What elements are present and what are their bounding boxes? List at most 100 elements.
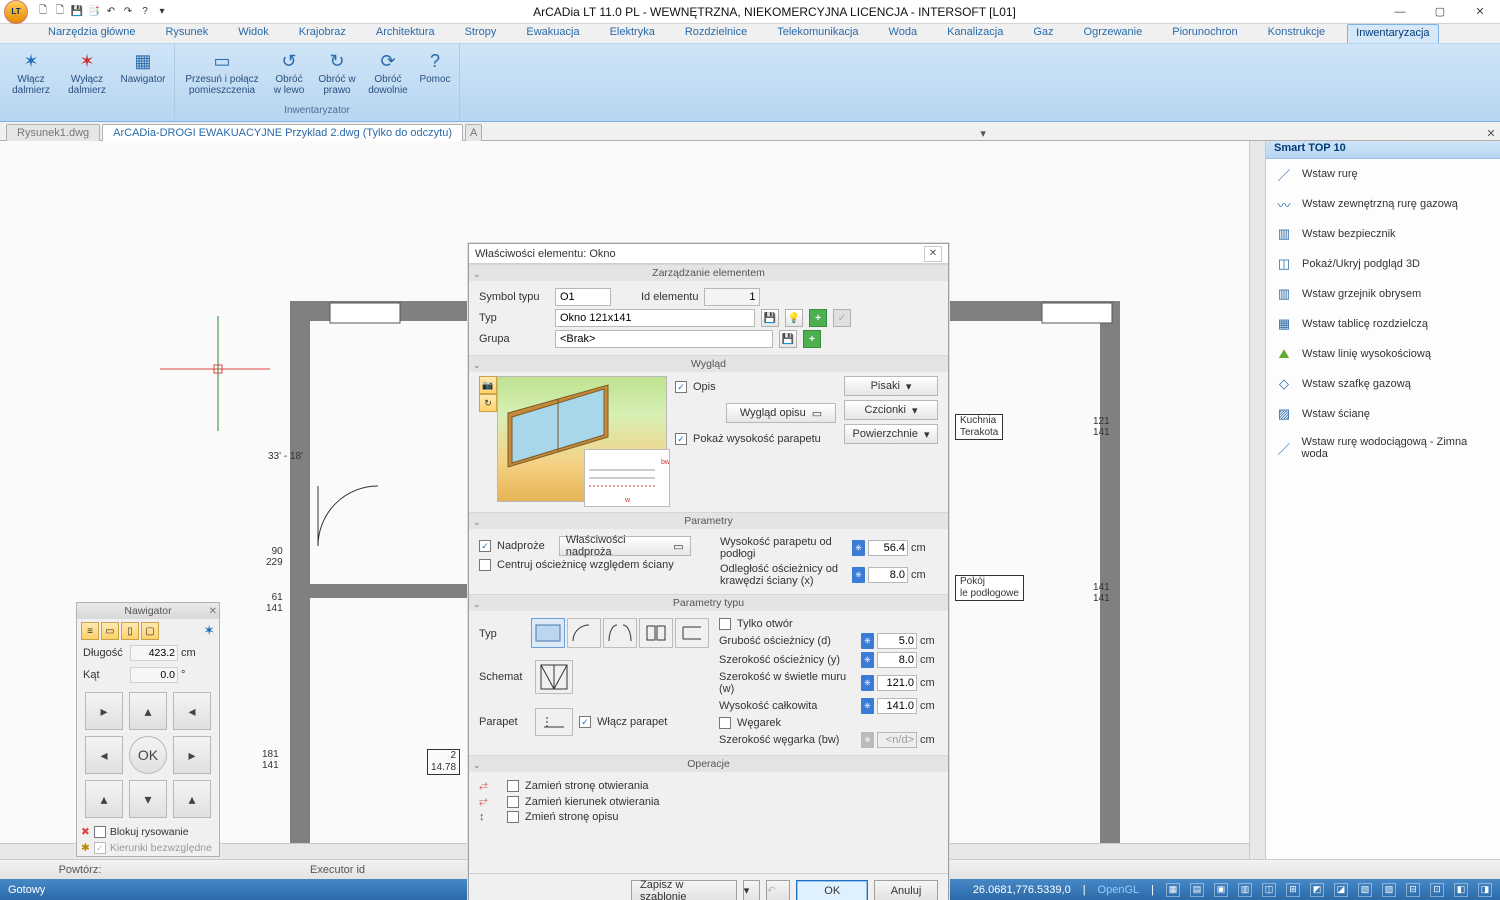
swap-side-icon[interactable]: ⥄ xyxy=(479,779,501,792)
sb-icon-10[interactable]: ▨ xyxy=(1382,883,1396,897)
lock-icon[interactable]: ⎈ xyxy=(852,540,865,556)
look-desc-button[interactable]: Wygląd opisu ▭ xyxy=(726,403,836,423)
group-add-icon[interactable]: + xyxy=(803,330,821,348)
properties-dialog[interactable]: Właściwości elementu: Okno ✕ ⌄Zarządzani… xyxy=(468,243,949,900)
tab-gaz[interactable]: Gaz xyxy=(1025,24,1061,43)
sb-icon-12[interactable]: ⊡ xyxy=(1430,883,1444,897)
btn-przesun-polacz[interactable]: ▭ Przesuń i połącz pomieszczenia xyxy=(179,46,265,96)
symbol-type-input[interactable] xyxy=(555,288,611,306)
sb-icon-8[interactable]: ◪ xyxy=(1334,883,1348,897)
save-template-dropdown[interactable]: ▾ xyxy=(743,880,760,900)
tab-widok[interactable]: Widok xyxy=(230,24,277,43)
sb-icon-4[interactable]: ▥ xyxy=(1238,883,1252,897)
status-renderer[interactable]: OpenGL xyxy=(1098,884,1140,896)
nav-arrow-nw[interactable]: ▸ xyxy=(85,692,123,730)
only-hole-checkbox[interactable] xyxy=(719,618,731,630)
nav-arrow-e[interactable]: ▸ xyxy=(173,736,211,774)
opis-checkbox[interactable]: ✓ xyxy=(675,381,687,393)
smart-item-2[interactable]: ▥Wstaw bezpiecznik xyxy=(1266,219,1500,249)
qat-redo-icon[interactable]: ↷ xyxy=(121,5,135,19)
chevron-down-icon[interactable]: ⌄ xyxy=(473,266,481,282)
btn-nawigator[interactable]: ▦ Nawigator xyxy=(116,46,170,85)
bluetooth-icon[interactable]: ✶ xyxy=(203,622,215,640)
nav-arrow-sw[interactable]: ▴ xyxy=(85,780,123,818)
tab-kanalizacja[interactable]: Kanalizacja xyxy=(939,24,1011,43)
qat-save-icon[interactable]: 💾 xyxy=(70,5,84,19)
lock-icon[interactable]: ⎈ xyxy=(861,633,874,649)
sb-icon-2[interactable]: ▤ xyxy=(1190,883,1204,897)
ok-button[interactable]: OK xyxy=(796,880,868,900)
chevron-down-icon[interactable]: ⌄ xyxy=(473,514,481,530)
schema-picker[interactable] xyxy=(535,660,573,694)
sb-icon-6[interactable]: ⊞ xyxy=(1286,883,1300,897)
lock-icon[interactable]: ⎈ xyxy=(852,567,865,583)
type-bulb-icon[interactable]: 💡 xyxy=(785,309,803,327)
qat-dropdown-icon[interactable]: ▾ xyxy=(155,5,169,19)
smart-item-6[interactable]: ⛰Wstaw linię wysokościową xyxy=(1266,339,1500,369)
nav-angle-input[interactable] xyxy=(130,667,178,683)
btn-wylacz-dalmierz[interactable]: ✶ Wyłącz dalmierz xyxy=(60,46,114,96)
pens-dropdown[interactable]: Pisaki▾ xyxy=(844,376,938,396)
qat-new-icon[interactable]: 🗋 xyxy=(36,5,50,19)
chevron-down-icon[interactable]: ⌄ xyxy=(473,357,481,373)
sb-icon-7[interactable]: ◩ xyxy=(1310,883,1324,897)
btn-obroc-prawo[interactable]: ↻ Obróć w prawo xyxy=(313,46,361,96)
swap-dir-icon[interactable]: ⥂ xyxy=(479,795,501,808)
close-button[interactable]: ✕ xyxy=(1460,0,1500,24)
preview-3d[interactable]: bw w xyxy=(497,376,667,502)
frame-dist-input[interactable] xyxy=(868,567,908,583)
sb-icon-14[interactable]: ◨ xyxy=(1478,883,1492,897)
chevron-down-icon[interactable]: ⌄ xyxy=(473,757,481,773)
preview-refresh-icon[interactable]: ↻ xyxy=(479,394,497,412)
qat-copy-icon[interactable]: 📑 xyxy=(87,5,101,19)
frame-thick-input[interactable] xyxy=(877,633,917,649)
op-swap-desc-checkbox[interactable] xyxy=(507,811,519,823)
nav-length-input[interactable] xyxy=(130,645,178,661)
qat-undo-icon[interactable]: ↶ xyxy=(104,5,118,19)
minimize-button[interactable]: — xyxy=(1380,0,1420,24)
smart-item-7[interactable]: ◇Wstaw szafkę gazową xyxy=(1266,369,1500,399)
lintel-checkbox[interactable]: ✓ xyxy=(479,540,491,552)
sb-icon-9[interactable]: ▧ xyxy=(1358,883,1372,897)
smart-item-8[interactable]: ▨Wstaw ścianę xyxy=(1266,399,1500,429)
nav-arrow-ne[interactable]: ◂ xyxy=(173,692,211,730)
navigator-title[interactable]: Nawigator✕ xyxy=(77,603,219,619)
center-frame-checkbox[interactable] xyxy=(479,559,491,571)
type-add-icon[interactable]: + xyxy=(809,309,827,327)
btn-pomoc[interactable]: ? Pomoc xyxy=(415,46,455,85)
smart-item-4[interactable]: ▥Wstaw grzejnik obrysem xyxy=(1266,279,1500,309)
sb-icon-11[interactable]: ⊟ xyxy=(1406,883,1420,897)
btn-obroc-lewo[interactable]: ↺ Obróć w lewo xyxy=(267,46,311,96)
enable-parapet-checkbox[interactable]: ✓ xyxy=(579,716,591,728)
wintype-5[interactable] xyxy=(675,618,709,648)
tab-architektura[interactable]: Architektura xyxy=(368,24,443,43)
tab-woda[interactable]: Woda xyxy=(881,24,926,43)
cancel-button[interactable]: Anuluj xyxy=(874,880,938,900)
total-height-input[interactable] xyxy=(877,698,917,714)
tabs-close-icon[interactable]: ✕ xyxy=(1482,127,1500,140)
chevron-down-icon[interactable]: ⌄ xyxy=(473,596,481,612)
sb-icon-13[interactable]: ◧ xyxy=(1454,883,1468,897)
nav-arrow-se[interactable]: ▴ xyxy=(173,780,211,818)
tab-inwentaryzacja[interactable]: Inwentaryzacja xyxy=(1347,24,1438,43)
smart-item-5[interactable]: ▦Wstaw tablicę rozdzielczą xyxy=(1266,309,1500,339)
tabs-dropdown-icon[interactable]: ▾ xyxy=(974,127,992,140)
save-template-button[interactable]: Zapisz w szablonie xyxy=(631,880,737,900)
nav-arrow-w[interactable]: ◂ xyxy=(85,736,123,774)
nav-tb-2[interactable]: ▭ xyxy=(101,622,119,640)
wintype-4[interactable] xyxy=(639,618,673,648)
wall-width-input[interactable] xyxy=(877,675,917,691)
wintype-2[interactable] xyxy=(567,618,601,648)
sb-icon-5[interactable]: ◫ xyxy=(1262,883,1276,897)
lock-icon[interactable]: ⎈ xyxy=(861,675,874,691)
qat-help-icon[interactable]: ? xyxy=(138,5,152,19)
maximize-button[interactable]: ▢ xyxy=(1420,0,1460,24)
swap-desc-icon[interactable]: ↕ xyxy=(479,811,501,823)
tab-telekom[interactable]: Telekomunikacja xyxy=(769,24,866,43)
show-parapet-checkbox[interactable]: ✓ xyxy=(675,433,687,445)
tab-elektryka[interactable]: Elektryka xyxy=(602,24,663,43)
nav-arrow-s[interactable]: ▾ xyxy=(129,780,167,818)
app-icon[interactable]: LT xyxy=(4,0,28,24)
lock-icon[interactable]: ⎈ xyxy=(861,652,874,668)
parapet-height-input[interactable] xyxy=(868,540,908,556)
